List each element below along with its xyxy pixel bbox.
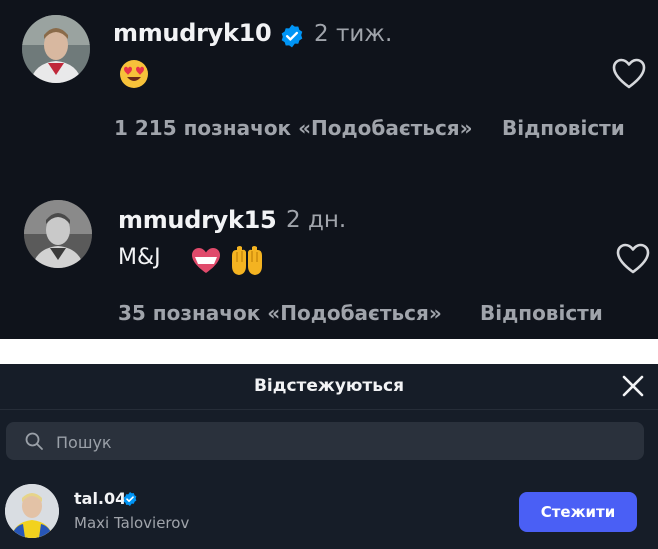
likes-count[interactable]: 35 позначок «Подобається» <box>118 301 442 325</box>
following-dialog: Відстежуються tal.04 Maxi Talo <box>0 364 658 549</box>
verified-badge-icon <box>123 492 137 506</box>
search-icon <box>25 432 43 450</box>
follow-button[interactable]: Стежити <box>519 492 637 532</box>
reply-button[interactable]: Відповісти <box>480 301 603 325</box>
avatar[interactable] <box>5 484 59 538</box>
avatar[interactable] <box>24 200 92 268</box>
dialog-title: Відстежуються <box>253 376 405 396</box>
avatar[interactable] <box>22 15 90 83</box>
comments-panel: mmudryk10 2 тиж. 1 215 позначок «Подобає… <box>0 0 658 339</box>
comment-username[interactable]: mmudryk10 <box>113 19 272 47</box>
like-heart-icon[interactable] <box>612 58 646 90</box>
comment-timestamp: 2 дн. <box>286 207 347 233</box>
comment-text: M&J <box>118 245 161 270</box>
dialog-header: Відстежуються <box>0 364 658 410</box>
comment-username[interactable]: mmudryk15 <box>118 206 277 234</box>
search-input[interactable] <box>54 429 618 455</box>
reply-button[interactable]: Відповісти <box>502 116 625 140</box>
search-box[interactable] <box>6 422 644 460</box>
verified-badge-icon <box>281 24 303 48</box>
user-full-name: Maxi Talovierov <box>74 514 190 532</box>
heart-eyes-emoji-icon <box>120 60 148 88</box>
user-handle[interactable]: tal.04 <box>74 489 126 508</box>
close-icon[interactable] <box>620 373 646 399</box>
likes-count[interactable]: 1 215 позначок «Подобається» <box>114 116 473 140</box>
like-heart-icon[interactable] <box>616 243 650 275</box>
white-heart-emoji-icon <box>192 248 220 273</box>
comment-timestamp: 2 тиж. <box>314 21 393 47</box>
raised-hands-emoji-icon <box>232 246 262 275</box>
